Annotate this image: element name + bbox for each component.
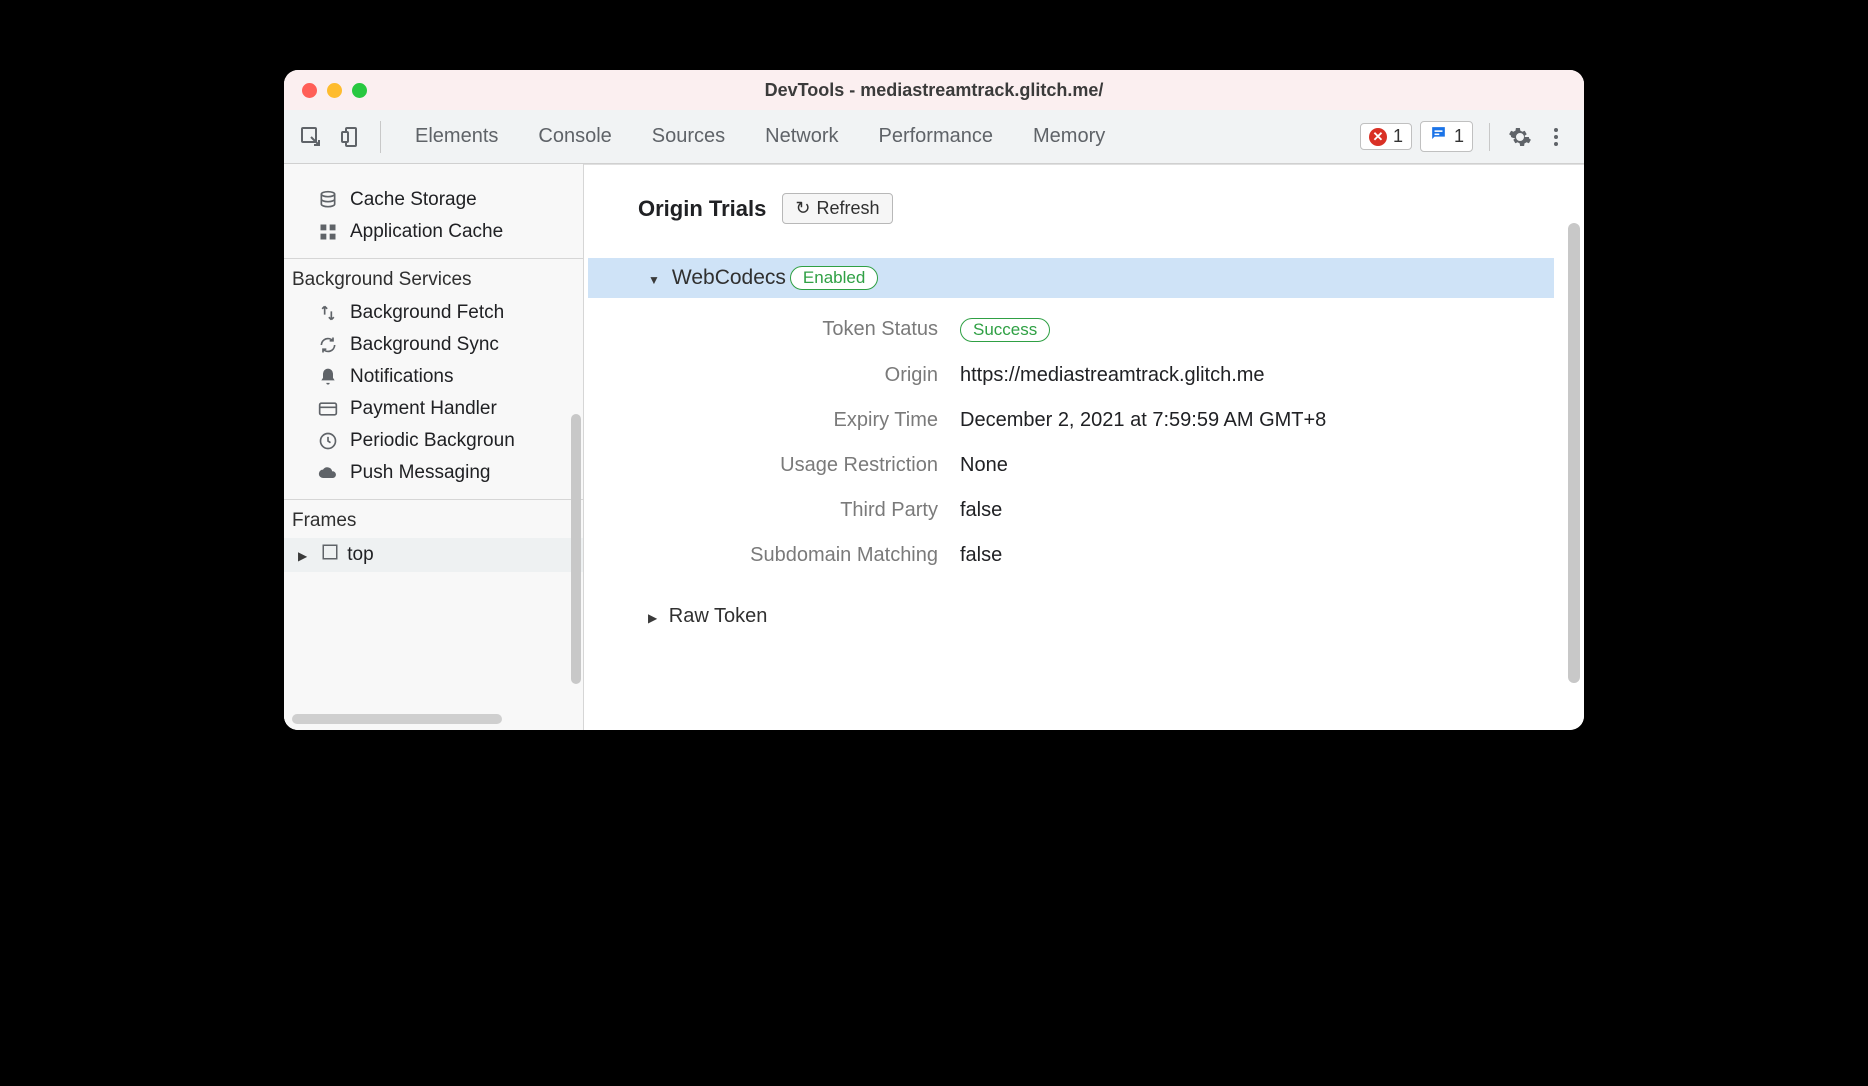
minimize-icon[interactable] [327, 83, 342, 98]
sidebar-item-periodic-background[interactable]: Periodic Backgroun [284, 425, 583, 457]
tab-network[interactable]: Network [765, 125, 838, 148]
toolbar-right: ✕ 1 1 [1360, 121, 1570, 152]
main-panel: Origin Trials ↻ Refresh WebCodecs Enable… [584, 164, 1584, 730]
main-scrollbar[interactable] [1568, 223, 1580, 683]
fetch-icon [318, 303, 340, 323]
sidebar-label: Background Fetch [350, 302, 504, 324]
token-status-label: Token Status [638, 318, 938, 342]
window-controls [302, 83, 367, 98]
sidebar-item-background-sync[interactable]: Background Sync [284, 329, 583, 361]
sidebar-item-cache-storage[interactable]: Cache Storage [284, 184, 583, 216]
usage-label: Usage Restriction [638, 454, 938, 477]
subdomain-value: false [960, 544, 1554, 567]
sidebar-label: Background Sync [350, 334, 499, 356]
tab-memory[interactable]: Memory [1033, 125, 1105, 148]
message-icon [1429, 124, 1448, 149]
close-icon[interactable] [302, 83, 317, 98]
sidebar-label: Payment Handler [350, 398, 497, 420]
body: Cache Storage Application Cache Backgrou… [284, 164, 1584, 730]
sidebar-heading-background: Background Services [284, 258, 583, 297]
tab-performance[interactable]: Performance [879, 125, 994, 148]
gear-icon[interactable] [1506, 125, 1534, 149]
sidebar-label: Push Messaging [350, 462, 490, 484]
window-title: DevTools - mediastreamtrack.glitch.me/ [300, 80, 1568, 101]
device-toggle-icon[interactable] [338, 124, 364, 150]
refresh-button[interactable]: ↻ Refresh [782, 193, 892, 224]
devtools-window: DevTools - mediastreamtrack.glitch.me/ E… [284, 70, 1584, 730]
sync-icon [318, 335, 340, 355]
trial-name: WebCodecs [672, 266, 786, 290]
frame-icon [321, 543, 339, 567]
subdomain-label: Subdomain Matching [638, 544, 938, 567]
origin-label: Origin [638, 364, 938, 387]
frame-label: top [347, 544, 373, 566]
clock-icon [318, 431, 340, 451]
trial-status-badge: Enabled [790, 266, 878, 290]
card-icon [318, 399, 340, 419]
raw-token-row[interactable]: Raw Token [638, 605, 1554, 628]
toolbar: Elements Console Sources Network Perform… [284, 110, 1584, 164]
third-party-label: Third Party [638, 499, 938, 522]
tab-console[interactable]: Console [538, 125, 611, 148]
cloud-icon [318, 463, 340, 483]
token-status-value: Success [960, 318, 1554, 342]
tab-sources[interactable]: Sources [652, 125, 725, 148]
main-heading: Origin Trials [638, 196, 766, 222]
sidebar-item-notifications[interactable]: Notifications [284, 361, 583, 393]
sidebar: Cache Storage Application Cache Backgrou… [284, 164, 584, 730]
divider [1489, 123, 1490, 151]
sidebar-label: Cache Storage [350, 189, 477, 211]
trial-details: Token Status Success Origin https://medi… [638, 318, 1554, 567]
zoom-icon[interactable] [352, 83, 367, 98]
sidebar-label: Application Cache [350, 221, 503, 243]
more-icon[interactable] [1542, 125, 1570, 149]
sidebar-h-scrollbar[interactable] [292, 714, 502, 724]
origin-value: https://mediastreamtrack.glitch.me [960, 364, 1554, 387]
inspect-icon[interactable] [298, 124, 324, 150]
sidebar-item-payment-handler[interactable]: Payment Handler [284, 393, 583, 425]
titlebar: DevTools - mediastreamtrack.glitch.me/ [284, 70, 1584, 110]
main-header: Origin Trials ↻ Refresh [638, 193, 1554, 224]
sidebar-label: Notifications [350, 366, 454, 388]
sidebar-item-push-messaging[interactable]: Push Messaging [284, 457, 583, 489]
raw-token-label: Raw Token [669, 605, 768, 627]
usage-value: None [960, 454, 1554, 477]
panel-tabs: Elements Console Sources Network Perform… [387, 125, 1105, 148]
frame-top[interactable]: top [284, 538, 583, 572]
sidebar-label: Periodic Backgroun [350, 430, 515, 452]
database-icon [318, 190, 340, 210]
token-status-badge: Success [960, 318, 1050, 342]
sidebar-item-application-cache[interactable]: Application Cache [284, 216, 583, 248]
refresh-label: Refresh [816, 198, 879, 219]
bell-icon [318, 367, 340, 387]
toolbar-left [298, 121, 381, 153]
chevron-right-icon [648, 605, 663, 627]
chevron-right-icon [298, 544, 313, 566]
grid-icon [318, 222, 340, 242]
expiry-value: December 2, 2021 at 7:59:59 AM GMT+8 [960, 409, 1554, 432]
sidebar-item-background-fetch[interactable]: Background Fetch [284, 297, 583, 329]
error-badge[interactable]: ✕ 1 [1360, 123, 1412, 150]
error-icon: ✕ [1369, 128, 1387, 146]
expiry-label: Expiry Time [638, 409, 938, 432]
sidebar-heading-frames: Frames [284, 499, 583, 538]
chevron-down-icon [648, 266, 668, 290]
message-count: 1 [1454, 126, 1464, 147]
third-party-value: false [960, 499, 1554, 522]
error-count: 1 [1393, 126, 1403, 147]
trial-row[interactable]: WebCodecs Enabled [588, 258, 1554, 298]
message-badge[interactable]: 1 [1420, 121, 1473, 152]
refresh-icon: ↻ [795, 198, 810, 219]
sidebar-scrollbar[interactable] [571, 414, 581, 684]
tab-elements[interactable]: Elements [415, 125, 498, 148]
